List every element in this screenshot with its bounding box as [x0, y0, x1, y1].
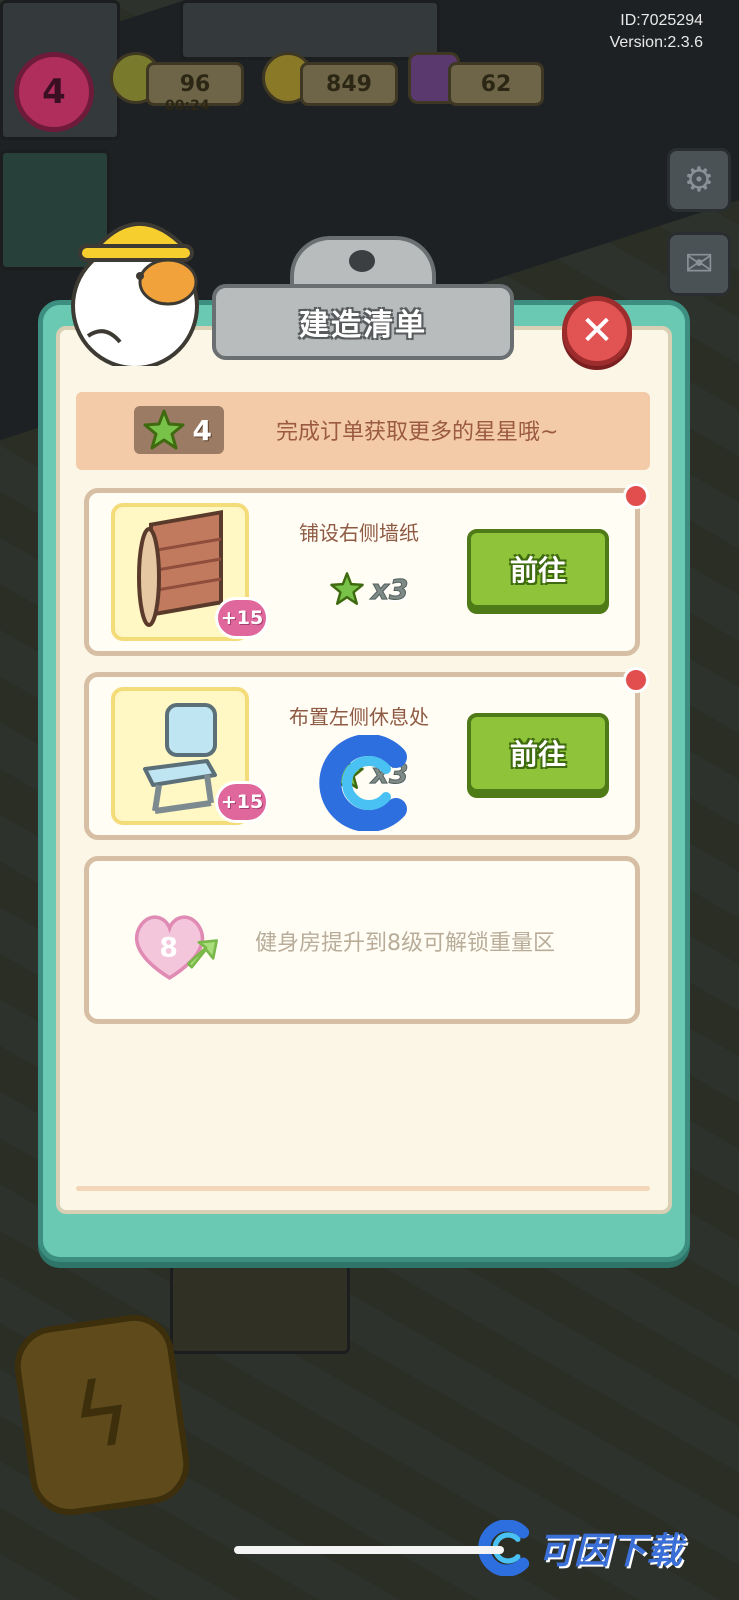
go-button[interactable]: 前往 — [467, 529, 609, 609]
lightning-icon: ϟ — [65, 1358, 139, 1472]
bonus-badge: +15 — [215, 597, 269, 639]
close-button[interactable]: ✕ — [562, 296, 632, 366]
task-card: +15 铺设右侧墙纸 x3 前往 — [84, 483, 649, 656]
bonus-badge: +15 — [215, 781, 269, 823]
star-banner: 4 完成订单获取更多的星星哦~ — [76, 392, 650, 470]
go-button-label: 前往 — [509, 554, 566, 587]
star-icon — [143, 409, 185, 450]
mail-button[interactable]: ✉ — [667, 232, 731, 296]
energy-timer: 00:24 — [165, 98, 210, 114]
star-count-value: 4 — [192, 413, 212, 447]
build-info: ID:7025294 Version:2.3.6 — [610, 10, 703, 54]
clipboard-clip: 建造清单 — [212, 236, 514, 362]
task-reward: x3 — [329, 571, 409, 607]
reward-amount: x3 — [371, 572, 410, 606]
heart-level-icon: 8 — [134, 915, 218, 980]
settings-button[interactable]: ⚙ — [667, 148, 731, 212]
level-number: 4 — [42, 72, 66, 112]
coin-counter[interactable]: 849 — [300, 62, 398, 106]
notification-dot — [623, 483, 649, 509]
coin-value: 849 — [326, 71, 372, 97]
panel-title-plate: 建造清单 — [212, 284, 514, 360]
mail-icon: ✉ — [684, 244, 714, 284]
panel-title: 建造清单 — [299, 308, 427, 343]
duck-mascot-icon — [71, 222, 199, 366]
bonus-value: +15 — [220, 791, 264, 813]
locked-task-card: 8 健身房提升到8级可解锁重量区 — [84, 856, 640, 1024]
home-indicator[interactable] — [234, 1546, 504, 1554]
banner-text: 完成订单获取更多的星星哦~ — [276, 420, 559, 445]
star-icon — [330, 572, 364, 605]
watermark-text: 可因下载 — [538, 1531, 683, 1572]
version-label: Version:2.3.6 — [609, 34, 703, 51]
heart-level-number: 8 — [159, 933, 178, 964]
watermark: 可因下载 — [478, 1508, 724, 1588]
task-title: 布置左侧休息处 — [289, 705, 429, 729]
energy-boost-button[interactable]: ϟ — [9, 1309, 195, 1521]
go-button[interactable]: 前往 — [467, 713, 609, 793]
locked-text: 健身房提升到8级可解锁重量区 — [255, 931, 555, 956]
watermark-logo-icon — [319, 735, 407, 831]
task-title: 铺设右侧墙纸 — [299, 521, 419, 545]
notification-dot — [623, 667, 649, 693]
level-badge[interactable]: 4 — [14, 52, 94, 132]
player-id: ID:7025294 — [620, 12, 703, 29]
go-button-label: 前往 — [509, 738, 566, 771]
close-icon: ✕ — [580, 308, 614, 354]
gem-value: 62 — [480, 71, 512, 97]
bonus-value: +15 — [220, 607, 264, 629]
energy-value: 96 — [179, 71, 211, 97]
divider — [76, 1186, 650, 1191]
gear-icon: ⚙ — [683, 160, 715, 200]
clip-hole — [349, 250, 375, 272]
gem-counter[interactable]: 62 — [448, 62, 544, 106]
